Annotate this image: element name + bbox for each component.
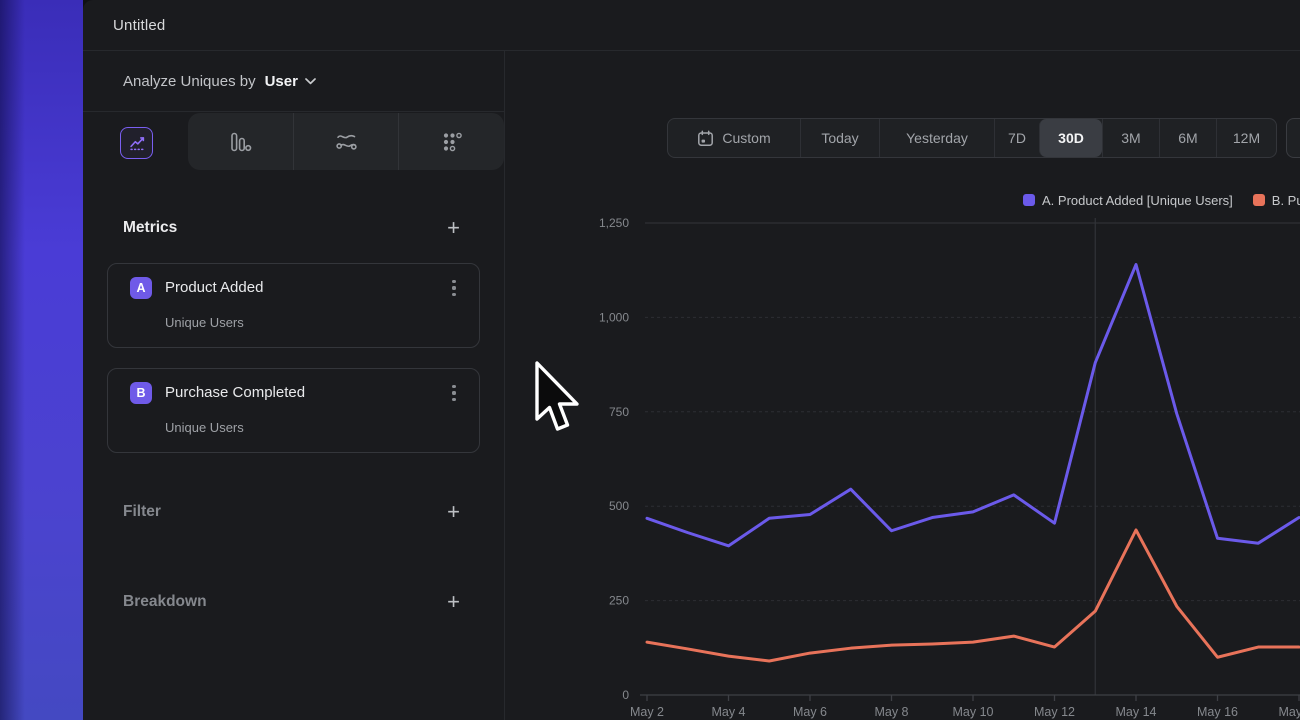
filter-header-row: Filter + [83,497,504,527]
add-filter-button[interactable]: + [447,502,460,522]
range-button-30d[interactable]: 30D [1039,119,1102,157]
metric-a-menu-icon[interactable] [445,278,463,298]
metric-subtitle-a[interactable]: Unique Users [165,315,244,330]
tab-retention[interactable] [398,113,504,170]
analyze-by-dropdown[interactable]: User [265,73,316,90]
chart-legend: A. Product Added [Unique Users] B. Purch… [1023,192,1300,208]
range-button-yesterday[interactable]: Yesterday [879,119,994,157]
date-range-selector: Custom Today Yesterday 7D 30D 3M 6M 12M [667,118,1277,158]
line-chart-icon [126,132,148,154]
legend-label-a: A. Product Added [Unique Users] [1042,193,1233,208]
chevron-down-icon [305,78,316,85]
metric-subtitle-b[interactable]: Unique Users [165,420,244,435]
range-button-label: Today [821,130,858,146]
range-button-today[interactable]: Today [800,119,879,157]
legend-item-b[interactable]: B. Purchase Completed [Unique Users] [1253,193,1300,208]
metrics-header: Metrics [123,219,177,237]
legend-swatch-a [1023,194,1035,206]
analyze-label: Analyze Uniques by [123,73,256,90]
legend-item-a[interactable]: A. Product Added [Unique Users] [1023,193,1233,208]
range-button-label: Yesterday [906,130,968,146]
analyze-by-value: User [265,73,298,90]
compare-button[interactable]: Compare [1286,118,1300,158]
metric-badge-a: A [130,277,152,299]
metric-title-b: Purchase Completed [165,384,305,401]
range-button-6m[interactable]: 6M [1159,119,1216,157]
filter-header: Filter [123,503,161,521]
flows-icon [334,129,359,154]
range-button-label: 7D [1008,130,1026,146]
main-content: Custom Today Yesterday 7D 30D 3M 6M 12M Compare… [588,51,1300,720]
chart-type-tabs [83,113,504,170]
tab-insights[interactable] [120,127,153,159]
metric-title-a: Product Added [165,279,263,296]
legend-label-b: B. Purchase Completed [Unique Users] [1272,193,1300,208]
report-title[interactable]: Untitled [113,17,165,34]
breakdown-header-row: Breakdown + [83,587,504,617]
bar-chart-icon [228,130,252,154]
chart-type-tab-group [188,113,504,170]
metric-card-a[interactable]: A Product Added Unique Users [107,263,480,348]
desktop-background-gradient [0,0,83,720]
sidebar: Analyze Uniques by User [83,51,505,720]
breakdown-header: Breakdown [123,593,207,611]
range-button-3m[interactable]: 3M [1102,119,1159,157]
add-breakdown-button[interactable]: + [447,592,460,612]
tab-funnels[interactable] [188,113,293,170]
range-button-label: 30D [1058,130,1084,146]
range-button-label: 3M [1121,130,1140,146]
range-button-7d[interactable]: 7D [994,119,1039,157]
top-bar: Untitled [83,0,1300,51]
calendar-icon [697,130,714,147]
range-button-12m[interactable]: 12M [1216,119,1276,157]
metric-card-b[interactable]: B Purchase Completed Unique Users [107,368,480,453]
metrics-header-row: Metrics + [83,213,504,243]
analyze-row: Analyze Uniques by User [83,51,504,112]
metric-b-menu-icon[interactable] [445,383,463,403]
tab-flows[interactable] [293,113,399,170]
range-button-label: 6M [1178,130,1197,146]
legend-swatch-b [1253,194,1265,206]
add-metric-button[interactable]: + [447,218,460,238]
metric-badge-b: B [130,382,152,404]
range-button-label: Custom [722,130,770,146]
range-button-label: 12M [1233,130,1260,146]
retention-dots-icon [440,130,464,154]
app-window: Untitled Analyze Uniques by User [83,0,1300,720]
range-button-custom[interactable]: Custom [668,119,800,157]
